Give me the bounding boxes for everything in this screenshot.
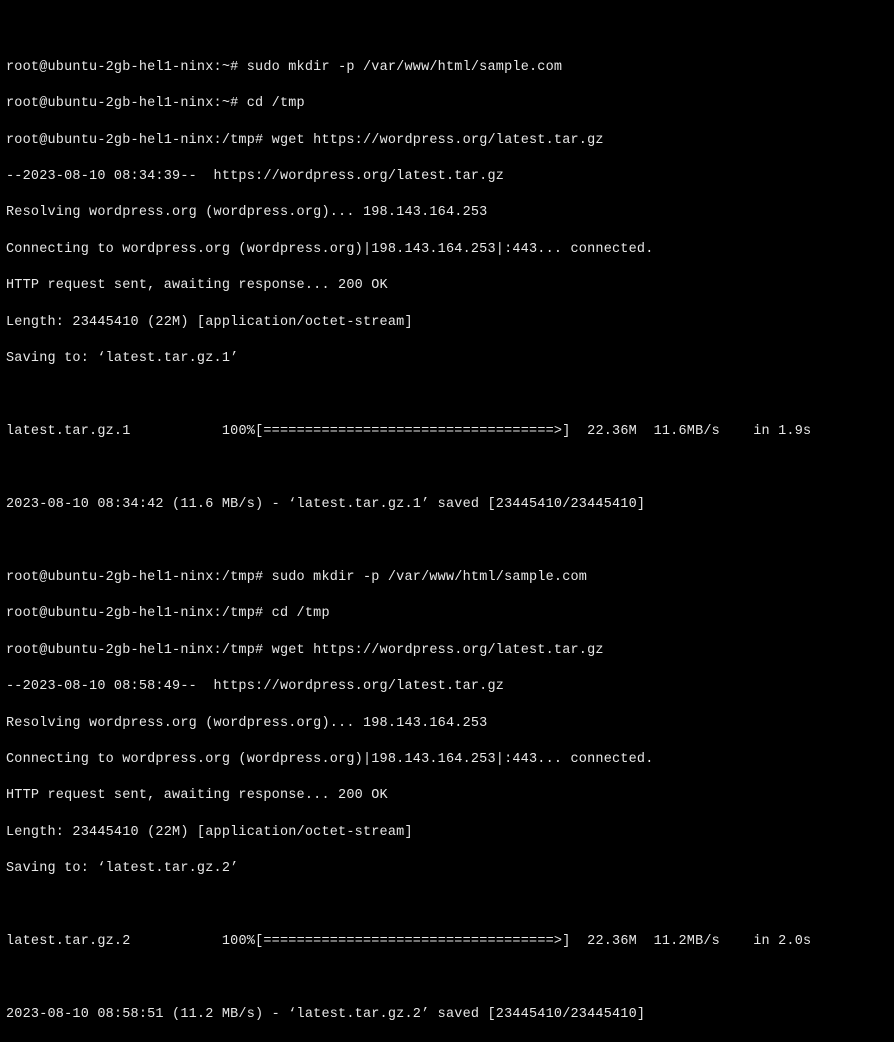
wget-http-status: HTTP request sent, awaiting response... … — [6, 787, 888, 805]
progress-file: latest.tar.gz.2 — [6, 934, 131, 949]
terminal-line: root@ubuntu-2gb-hel1-ninx:/tmp# wget htt… — [6, 642, 888, 660]
wget-connect: Connecting to wordpress.org (wordpress.o… — [6, 241, 888, 259]
wget-connect: Connecting to wordpress.org (wordpress.o… — [6, 751, 888, 769]
shell-prompt: root@ubuntu-2gb-hel1-ninx:~# — [6, 96, 238, 111]
terminal-line: root@ubuntu-2gb-hel1-ninx:~# cd /tmp — [6, 95, 888, 113]
terminal-line: root@ubuntu-2gb-hel1-ninx:~# sudo mkdir … — [6, 59, 888, 77]
shell-prompt: root@ubuntu-2gb-hel1-ninx:/tmp# — [6, 643, 263, 658]
terminal-line: root@ubuntu-2gb-hel1-ninx:/tmp# cd /tmp — [6, 605, 888, 623]
wget-start: --2023-08-10 08:58:49-- https://wordpres… — [6, 678, 888, 696]
wget-saving-to: Saving to: ‘latest.tar.gz.1’ — [6, 350, 888, 368]
progress-rate: 11.2MB/s — [654, 934, 720, 949]
wget-done: 2023-08-10 08:58:51 (11.2 MB/s) - ‘lates… — [6, 1006, 888, 1024]
blank-line — [6, 387, 888, 405]
wget-done: 2023-08-10 08:34:42 (11.6 MB/s) - ‘lates… — [6, 496, 888, 514]
blank-line — [6, 459, 888, 477]
cmd-cd: cd /tmp — [247, 96, 305, 111]
blank-line — [6, 970, 888, 988]
blank-line — [6, 532, 888, 550]
shell-prompt: root@ubuntu-2gb-hel1-ninx:/tmp# — [6, 570, 263, 585]
cmd-wget: wget https://wordpress.org/latest.tar.gz — [272, 643, 604, 658]
shell-prompt: root@ubuntu-2gb-hel1-ninx:~# — [6, 60, 238, 75]
progress-size: 22.36M — [587, 934, 637, 949]
wget-progress: latest.tar.gz.2 100%[===================… — [6, 933, 888, 951]
terminal-line: root@ubuntu-2gb-hel1-ninx:/tmp# sudo mkd… — [6, 569, 888, 587]
terminal-line: root@ubuntu-2gb-hel1-ninx:/tmp# wget htt… — [6, 132, 888, 150]
blank-line — [6, 897, 888, 915]
progress-pct: 100% — [222, 424, 255, 439]
progress-pct: 100% — [222, 934, 255, 949]
progress-file: latest.tar.gz.1 — [6, 424, 131, 439]
cmd-wget: wget https://wordpress.org/latest.tar.gz — [272, 133, 604, 148]
progress-rate: 11.6MB/s — [654, 424, 720, 439]
wget-progress: latest.tar.gz.1 100%[===================… — [6, 423, 888, 441]
progress-time: in 1.9s — [753, 424, 811, 439]
shell-prompt: root@ubuntu-2gb-hel1-ninx:/tmp# — [6, 606, 263, 621]
wget-resolve: Resolving wordpress.org (wordpress.org).… — [6, 715, 888, 733]
wget-saving-to: Saving to: ‘latest.tar.gz.2’ — [6, 860, 888, 878]
progress-size: 22.36M — [587, 424, 637, 439]
wget-resolve: Resolving wordpress.org (wordpress.org).… — [6, 204, 888, 222]
wget-length: Length: 23445410 (22M) [application/octe… — [6, 314, 888, 332]
cmd-cd: cd /tmp — [272, 606, 330, 621]
progress-bar: [===================================>] — [255, 934, 570, 949]
cmd-mkdir: sudo mkdir -p /var/www/html/sample.com — [272, 570, 587, 585]
progress-time: in 2.0s — [753, 934, 811, 949]
wget-http-status: HTTP request sent, awaiting response... … — [6, 277, 888, 295]
wget-start: --2023-08-10 08:34:39-- https://wordpres… — [6, 168, 888, 186]
wget-length: Length: 23445410 (22M) [application/octe… — [6, 824, 888, 842]
progress-bar: [===================================>] — [255, 424, 570, 439]
shell-prompt: root@ubuntu-2gb-hel1-ninx:/tmp# — [6, 133, 263, 148]
cmd-mkdir: sudo mkdir -p /var/www/html/sample.com — [247, 60, 562, 75]
